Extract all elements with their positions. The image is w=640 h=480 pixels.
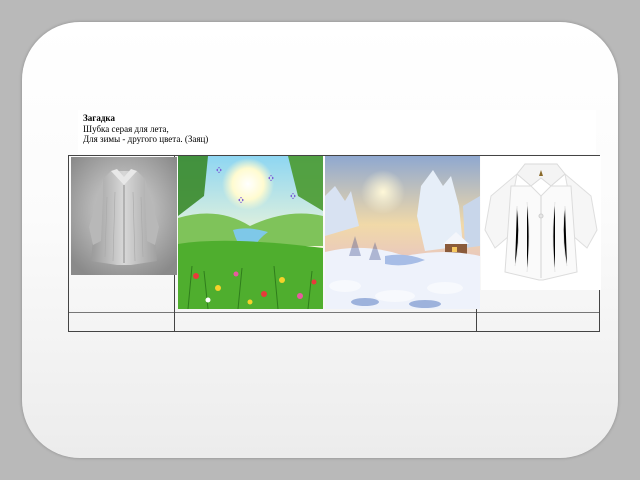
table-row-divider bbox=[68, 312, 600, 313]
table-left-border bbox=[68, 155, 69, 332]
white-fur-jacket-image bbox=[481, 156, 601, 290]
riddle-line-2: Для зимы - другого цвета. (Заяц) bbox=[83, 134, 209, 144]
riddle-line-1: Шубка серая для лета, bbox=[83, 124, 169, 134]
winter-landscape-image bbox=[325, 156, 480, 309]
table-bottom-border bbox=[68, 331, 600, 332]
riddle-title: Загадка bbox=[83, 113, 115, 123]
summer-landscape-image bbox=[178, 156, 323, 309]
gray-fur-coat-image bbox=[71, 157, 177, 275]
